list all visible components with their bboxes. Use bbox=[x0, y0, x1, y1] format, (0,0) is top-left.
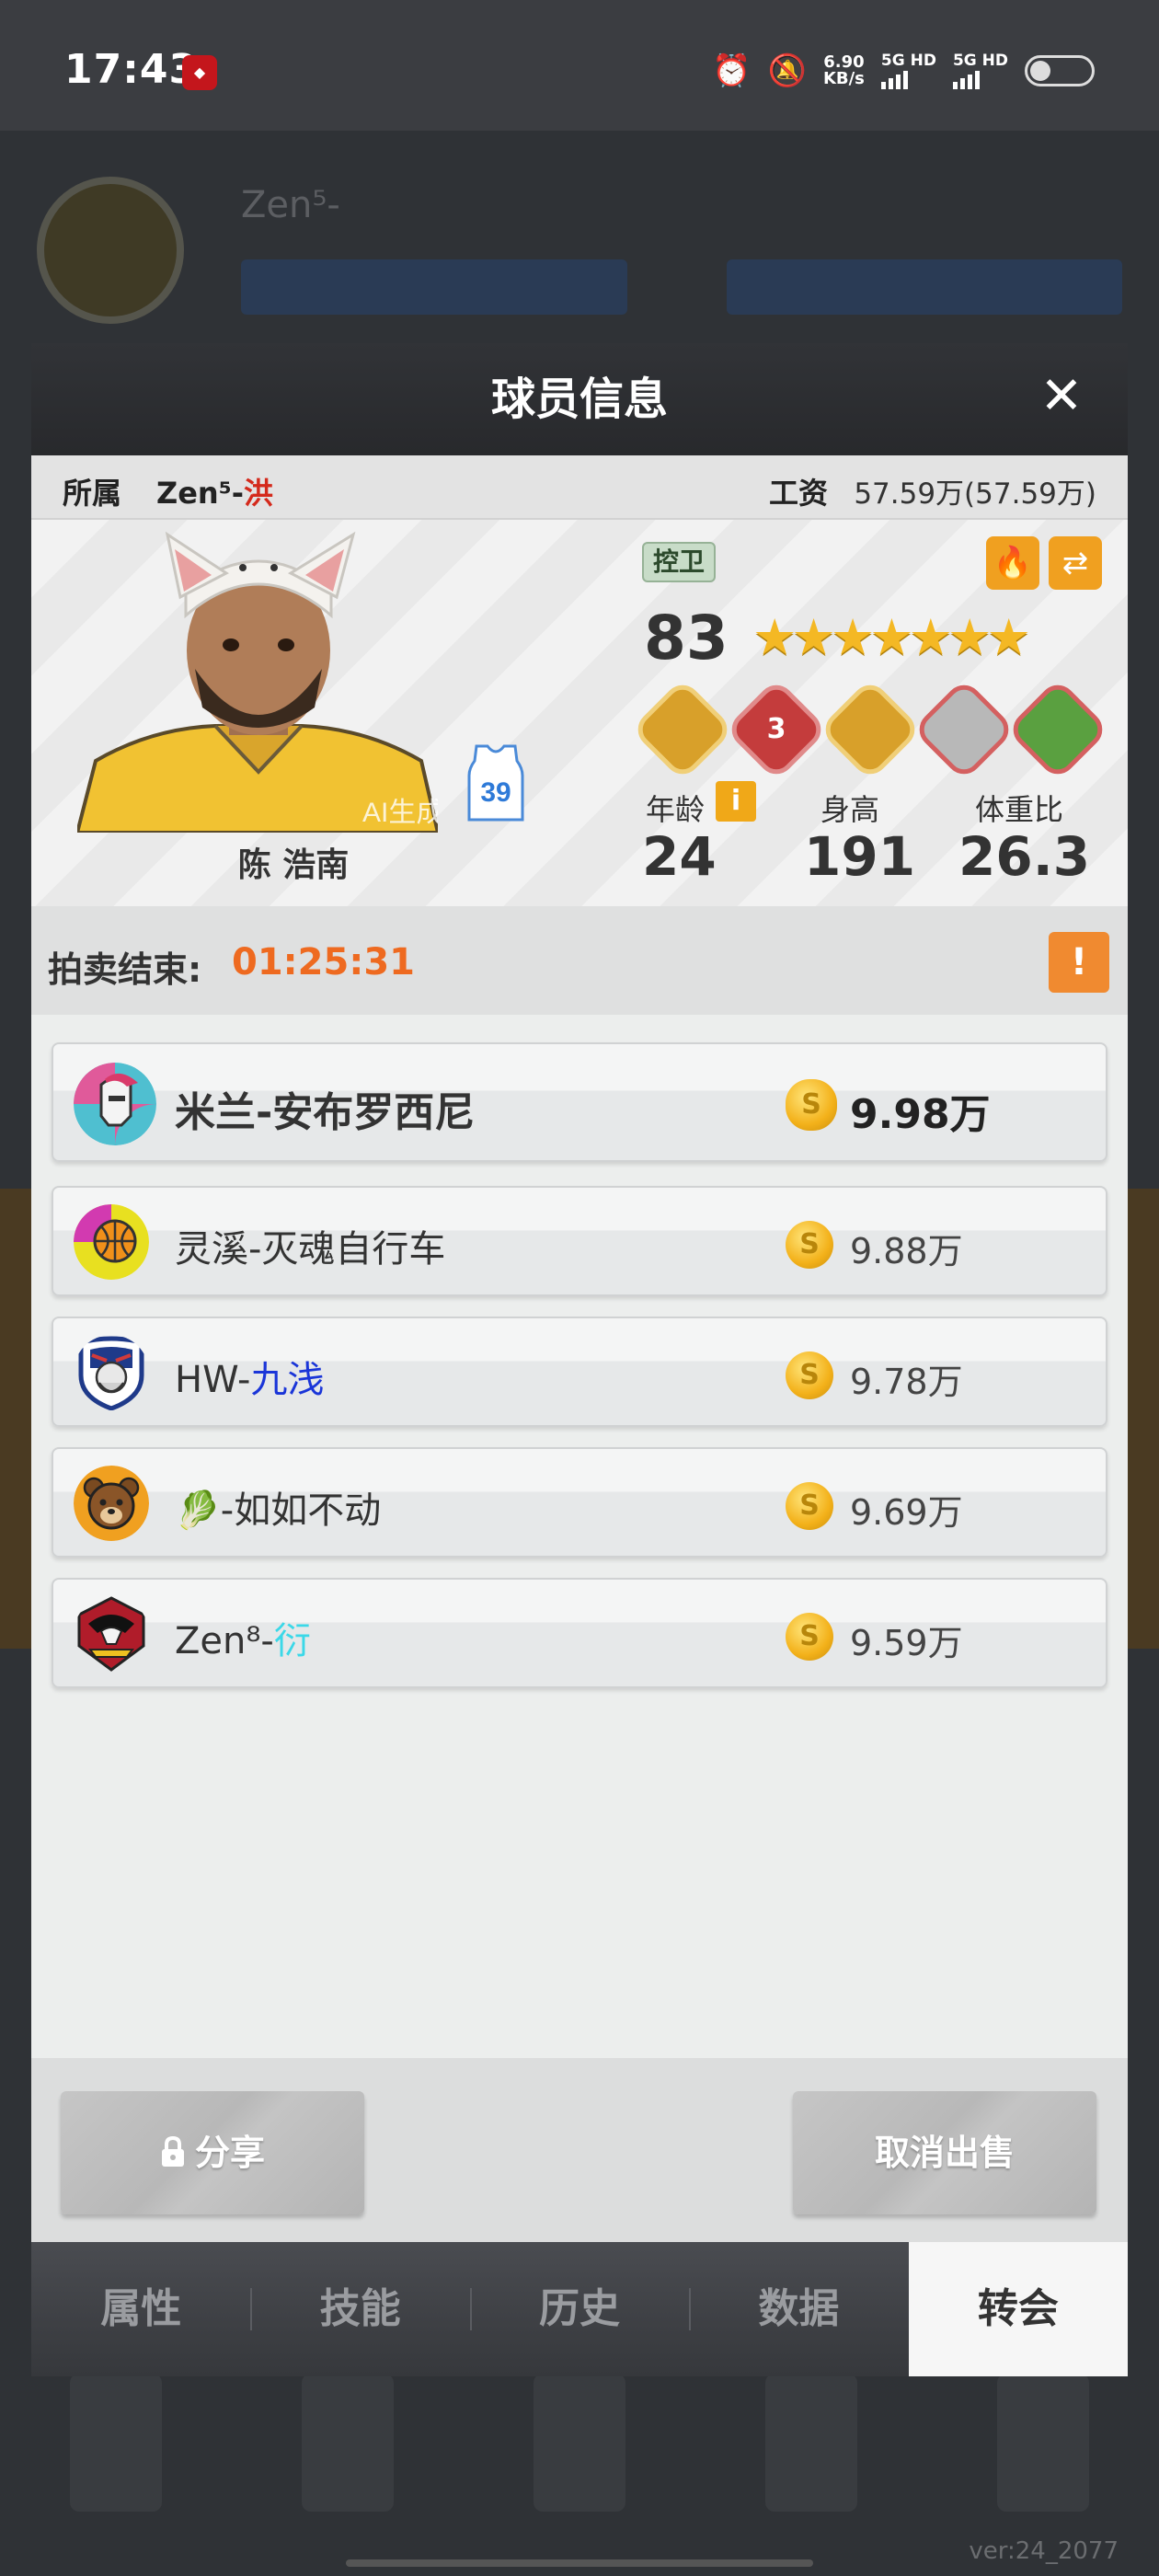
team-logo-bear-icon bbox=[74, 1466, 149, 1541]
bid-row[interactable]: 🥬-如如不动 S 9.69万 bbox=[52, 1447, 1107, 1558]
bid-team-name: 米兰-安布罗西尼 bbox=[175, 1089, 476, 1136]
bid-amount: 9.78万 bbox=[850, 1362, 963, 1402]
bid-amount: 9.98万 bbox=[850, 1091, 991, 1138]
bid-row[interactable]: 灵溪-灭魂自行车 S 9.88万 bbox=[52, 1186, 1107, 1296]
age-value: 24 bbox=[642, 825, 717, 888]
sim1-signal: 5G HD bbox=[880, 52, 936, 89]
ai-generated-tag: AI生成 bbox=[362, 798, 438, 828]
height-label: 身高 bbox=[820, 792, 880, 827]
mute-icon: 🔕 bbox=[767, 52, 807, 89]
team-logo-basketball-icon bbox=[74, 1204, 149, 1280]
auction-bar: 拍卖结束: 01:25:31 ! bbox=[31, 906, 1128, 1015]
background-panel bbox=[1128, 1189, 1159, 1649]
jersey-icon: 39 bbox=[467, 744, 524, 822]
skill-badge-icon[interactable] bbox=[912, 677, 1016, 782]
skill-badge-icon[interactable] bbox=[1005, 677, 1110, 782]
bid-row[interactable]: HW-九浅 S 9.78万 bbox=[52, 1317, 1107, 1427]
dialog-header: 球员信息 ✕ bbox=[31, 343, 1128, 455]
tab-history[interactable]: 历史 bbox=[469, 2242, 689, 2376]
player-info-dialog: 球员信息 ✕ 所属 Zen⁵-洪 工资 57.59万(57.59万) AI生成 bbox=[31, 343, 1129, 2376]
skill-badge-icon[interactable] bbox=[630, 677, 735, 782]
swap-icon[interactable]: ⇄ bbox=[1049, 536, 1102, 590]
team-logo-spartan-icon bbox=[74, 1063, 156, 1145]
info-icon[interactable]: i bbox=[716, 781, 756, 822]
lock-icon bbox=[161, 2135, 184, 2167]
share-label: 分享 bbox=[194, 2133, 265, 2173]
dialog-title: 球员信息 bbox=[490, 374, 668, 425]
auction-label: 拍卖结束: bbox=[48, 949, 202, 990]
bid-amount: 9.88万 bbox=[850, 1231, 963, 1271]
bid-row[interactable]: Zen⁸-衍 S 9.59万 bbox=[52, 1578, 1107, 1688]
bid-team-name: 灵溪-灭魂自行车 bbox=[175, 1228, 446, 1271]
auction-countdown: 01:25:31 bbox=[232, 941, 415, 983]
home-indicator[interactable] bbox=[346, 2559, 813, 2567]
version-label: ver:24_2077 bbox=[969, 2537, 1119, 2565]
status-icons: ⏰ 🔕 6.90 KB/s 5G HD 5G HD bbox=[712, 48, 1095, 94]
app-notification-icon: ◆ bbox=[182, 55, 217, 90]
signal-icon bbox=[880, 69, 936, 89]
player-portrait: AI生成 bbox=[77, 531, 438, 833]
tab-skills[interactable]: 技能 bbox=[250, 2242, 469, 2376]
coin-icon: S bbox=[786, 1613, 833, 1661]
sim2-signal: 5G HD bbox=[952, 52, 1008, 89]
clock: 17:43 bbox=[64, 46, 199, 93]
star-rating: ★★★★★★★ bbox=[752, 608, 1031, 666]
salary-value: 57.59万(57.59万) bbox=[854, 477, 1096, 511]
bid-team-name: 🥬-如如不动 bbox=[175, 1489, 382, 1532]
player-card: AI生成 39 陈 浩南 控卫 🔥 ⇄ 83 ★★★★★★★ 3 年龄 i 24… bbox=[31, 520, 1128, 906]
nav-item bbox=[70, 2374, 162, 2512]
nav-item bbox=[765, 2374, 857, 2512]
bid-amount: 9.59万 bbox=[850, 1623, 963, 1663]
background-team-name: Zen⁵- bbox=[241, 184, 340, 226]
bid-row[interactable]: 米兰-安布罗西尼 S 9.98万 bbox=[52, 1042, 1107, 1162]
fire-icon[interactable]: 🔥 bbox=[986, 536, 1039, 590]
tab-bar: 属性 技能 历史 数据 转会 bbox=[31, 2242, 1129, 2376]
weight-label: 体重比 bbox=[975, 792, 1064, 827]
height-value: 191 bbox=[804, 825, 916, 888]
alarm-icon: ⏰ bbox=[712, 52, 752, 89]
bid-amount: 9.69万 bbox=[850, 1492, 963, 1533]
cancel-sale-button[interactable]: 取消出售 bbox=[793, 2091, 1096, 2214]
warning-icon[interactable]: ! bbox=[1049, 932, 1109, 993]
coin-icon: S bbox=[786, 1482, 833, 1530]
tab-attributes[interactable]: 属性 bbox=[31, 2242, 250, 2376]
signal-icon bbox=[952, 69, 1008, 89]
skill-badge-icon[interactable]: 3 bbox=[724, 677, 829, 782]
jersey-number: 39 bbox=[480, 777, 511, 808]
battery-icon bbox=[1025, 55, 1095, 86]
age-label: 年龄 bbox=[646, 792, 706, 827]
owner-bar: 所属 Zen⁵-洪 工资 57.59万(57.59万) bbox=[31, 455, 1128, 520]
tab-transfer[interactable]: 转会 bbox=[908, 2242, 1129, 2376]
coin-icon: S bbox=[786, 1221, 833, 1269]
position-badge: 控卫 bbox=[642, 542, 717, 582]
bid-list: 米兰-安布罗西尼 S 9.98万 灵溪-灭魂自行车 S 9.88万 HW-九浅 … bbox=[52, 1042, 1107, 1708]
share-button[interactable]: 分享 bbox=[61, 2091, 364, 2214]
close-icon[interactable]: ✕ bbox=[1032, 367, 1091, 426]
action-bar: 分享 取消出售 bbox=[31, 2058, 1128, 2242]
coin-icon: S bbox=[786, 1351, 833, 1399]
skill-badge-icon[interactable] bbox=[818, 677, 923, 782]
nav-item bbox=[997, 2374, 1089, 2512]
net-speed: 6.90 KB/s bbox=[822, 52, 865, 88]
owner-label: 所属 bbox=[63, 476, 122, 511]
owner-name: Zen⁵-洪 bbox=[156, 476, 273, 511]
salary-label: 工资 bbox=[769, 476, 829, 511]
bid-team-name: HW-九浅 bbox=[175, 1359, 325, 1401]
team-avatar bbox=[37, 177, 184, 324]
gem-balance-bar bbox=[727, 259, 1122, 315]
player-name: 陈 浩南 bbox=[237, 846, 350, 884]
weight-value: 26.3 bbox=[958, 825, 1091, 888]
status-bar: 17:43 ◆ ⏰ 🔕 6.90 KB/s 5G HD 5G HD bbox=[0, 0, 1159, 131]
team-logo-shield-icon bbox=[78, 1336, 144, 1410]
coin-icon: S bbox=[786, 1079, 837, 1131]
bid-team-name: Zen⁸-衍 bbox=[175, 1620, 311, 1662]
nav-item bbox=[534, 2374, 625, 2512]
tab-stats[interactable]: 数据 bbox=[689, 2242, 908, 2376]
player-rating: 83 bbox=[644, 603, 729, 673]
nav-item bbox=[302, 2374, 394, 2512]
coin-balance-bar bbox=[241, 259, 627, 315]
team-logo-eagle-icon bbox=[77, 1596, 145, 1672]
skill-badges: 3 bbox=[630, 677, 1110, 782]
background-panel bbox=[0, 1189, 31, 1649]
